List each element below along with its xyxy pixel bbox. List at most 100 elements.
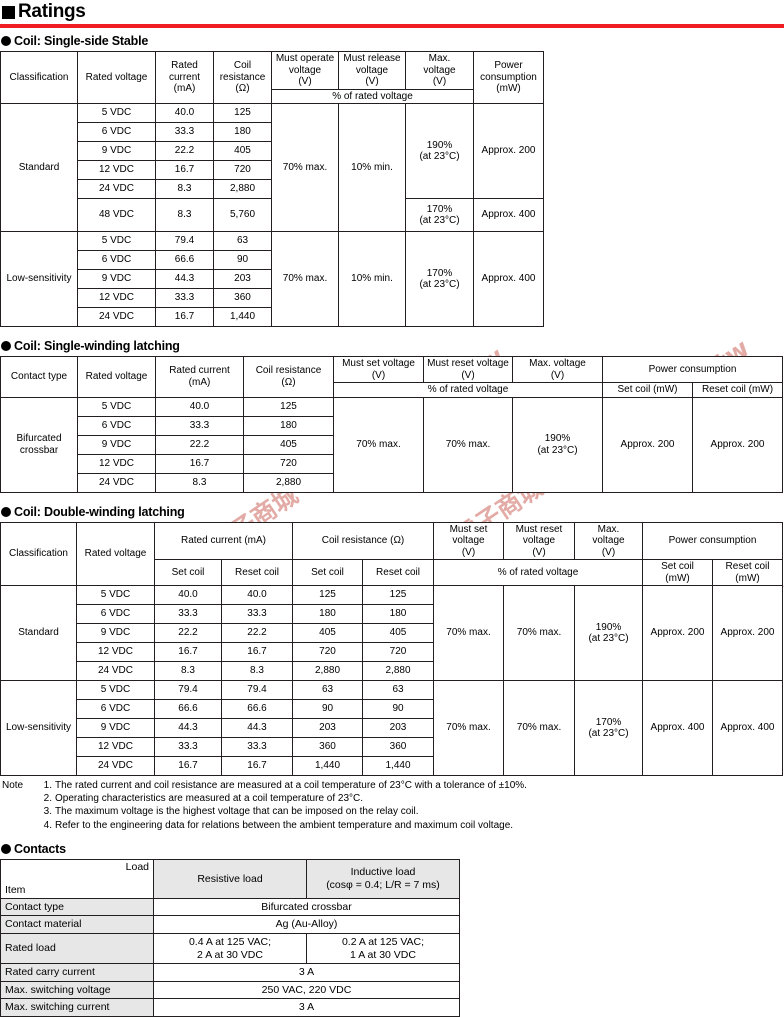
header-max-voltage: Max. voltage (V): [574, 521, 643, 560]
header-rated-current: Rated current (mA): [154, 521, 293, 560]
cell-rated-current: 16.7: [155, 160, 214, 180]
cell-coil-resistance: 720: [213, 160, 272, 180]
cell-max-voltage: 170% (at 23°C): [405, 231, 474, 327]
table-row: Low-sensitivity 5 VDC 79.4 79.4 63 63 70…: [0, 680, 783, 776]
dot-bullet-icon: [1, 506, 11, 517]
note-lead-spacer: [2, 805, 36, 818]
table-single-winding-latching: Contact type Rated voltage Rated current…: [0, 356, 783, 493]
header-contact-type: Contact type: [0, 356, 78, 398]
header-line: Rated: [171, 60, 198, 72]
cell-set-resistance: 720: [292, 642, 363, 662]
cell-set-resistance: 2,880: [292, 661, 363, 681]
square-bullet-icon: [2, 5, 15, 19]
table-row: Contact material Ag (Au-Alloy): [0, 915, 460, 934]
header-line: Must operate: [275, 53, 335, 64]
note-item: 4. Refer to the engineering data for rel…: [2, 819, 784, 832]
cell-line: (at 23°C): [588, 728, 629, 739]
cell-rated-current: 79.4: [155, 231, 214, 251]
header-line: Max.: [428, 53, 451, 64]
header-set-coil-mw: Set coil (mW): [602, 382, 693, 398]
cell-rated-voltage: 48 VDC: [77, 198, 156, 232]
cell-coil-resistance: 63: [213, 231, 272, 251]
cell-rated-voltage: 24 VDC: [77, 307, 156, 327]
cell-rated-voltage: 12 VDC: [77, 288, 156, 308]
table-row: Contact type Bifurcated crossbar: [0, 897, 460, 917]
cell-power-consumption: Approx. 400: [473, 231, 544, 327]
cell-set-coil-power: Approx. 200: [602, 396, 693, 493]
cell-max-voltage: 190% (at 23°C): [405, 103, 474, 199]
cell-reset-coil-power: Approx. 200: [712, 585, 783, 681]
cell-line: Bifurcated: [16, 433, 62, 444]
cell-set-resistance: 405: [292, 623, 363, 643]
table-row: Standard 5 VDC 40.0 125 70% max. 10% min…: [0, 103, 544, 232]
header-line: consumption: [480, 71, 537, 83]
header-rated-current: Rated current (mA): [155, 356, 244, 398]
cell-reset-current: 16.7: [221, 642, 293, 662]
datasheet-page: Ratings Coil: Single-side Stable Classif…: [0, 0, 784, 1017]
cell-rated-voltage: 6 VDC: [77, 250, 156, 270]
cell-reset-coil-power: Approx. 200: [692, 396, 783, 493]
header-set-coil-resistance: Set coil: [292, 559, 363, 586]
cell-reset-coil-power: Approx. 400: [712, 680, 783, 776]
header-rated-current: Rated current (mA): [155, 51, 214, 104]
cell-line: 190%: [544, 433, 571, 444]
header-line: (V): [601, 546, 616, 558]
note-text: The rated current and coil resistance ar…: [55, 780, 527, 791]
note-number: 2.: [43, 793, 52, 805]
cell-must-set-voltage: 70% max.: [333, 396, 424, 493]
header-power-consumption: Power consumption (mW): [473, 51, 544, 104]
table-row: Rated load 0.4 A at 125 VAC; 2 A at 30 V…: [0, 932, 460, 965]
section-heading-label: Coil: Double-winding latching: [14, 504, 185, 519]
cell-must-operate-voltage: 70% max.: [271, 103, 339, 232]
header-line: (V): [365, 76, 379, 87]
cell-reset-current: 22.2: [221, 623, 293, 643]
cell-reset-current: 79.4: [221, 680, 293, 700]
cell-max-voltage: 170% (at 23°C): [574, 680, 643, 776]
cell-item-label: Max. switching current: [0, 998, 154, 1017]
cell-power-consumption: Approx. 200: [473, 103, 544, 199]
cell-coil-resistance: 2,880: [243, 472, 334, 493]
header-line: Must release: [343, 53, 401, 64]
cell-set-resistance: 180: [292, 604, 363, 624]
cell-set-current: 8.3: [154, 661, 222, 681]
cell-rated-current: 8.3: [155, 198, 214, 232]
cell-must-operate-voltage: 70% max.: [271, 231, 339, 327]
cell-set-resistance: 63: [292, 680, 363, 700]
cell-reset-resistance: 720: [362, 642, 434, 662]
cell-must-reset-voltage: 70% max.: [423, 396, 513, 493]
header-rated-voltage: Rated voltage: [77, 356, 156, 398]
header-must-reset-voltage: Must reset voltage (V): [503, 521, 575, 560]
note-item: 3. The maximum voltage is the highest vo…: [2, 805, 784, 818]
header-set-coil-mw: Set coil (mW): [642, 559, 713, 586]
cell-rated-voltage: 5 VDC: [76, 680, 155, 700]
header-line: Must set: [449, 523, 488, 535]
note-text: Operating characteristics are measured a…: [55, 793, 364, 805]
cell-rated-voltage: 12 VDC: [76, 737, 155, 757]
cell-set-resistance: 90: [292, 699, 363, 719]
header-line: (Ω): [281, 376, 296, 388]
header-resistive-load: Resistive load: [153, 858, 307, 899]
cell-rated-voltage: 9 VDC: [76, 718, 155, 738]
table-row: Low-sensitivity 5 VDC 79.4 63 70% max. 1…: [0, 231, 544, 327]
header-max-voltage: Max. voltage (V): [405, 51, 474, 90]
header-pct-of-rated-voltage: % of rated voltage: [433, 559, 643, 586]
cell-max-switching-voltage-value: 250 VAC, 220 VDC: [153, 980, 460, 1000]
cell-rated-voltage: 6 VDC: [76, 699, 155, 719]
cell-line: 1 A at 30 VDC: [350, 948, 416, 961]
cell-rated-voltage: 5 VDC: [77, 396, 156, 417]
header-line: (mW): [496, 83, 521, 95]
header-coil-resistance: Coil resistance (Ω): [243, 356, 334, 398]
cell-rated-current: 16.7: [155, 453, 244, 474]
cell-classification: Low-sensitivity: [0, 680, 77, 776]
cell-item-label: Rated carry current: [0, 963, 154, 982]
table-contacts: Load Item Resistive load Inductive load …: [0, 858, 460, 1017]
cell-max-switching-current-value: 3 A: [153, 998, 460, 1017]
header-power-consumption: Power consumption: [602, 356, 783, 383]
cell-rated-voltage: 12 VDC: [77, 160, 156, 180]
notes-block: Note 1. The rated current and coil resis…: [2, 779, 784, 832]
cell-line: (at 23°C): [419, 151, 460, 162]
cell-must-release-voltage: 10% min.: [338, 231, 406, 327]
cell-must-set-voltage: 70% max.: [433, 585, 504, 681]
cell-coil-resistance: 90: [213, 250, 272, 270]
header-pct-of-rated-voltage: % of rated voltage: [333, 382, 603, 398]
